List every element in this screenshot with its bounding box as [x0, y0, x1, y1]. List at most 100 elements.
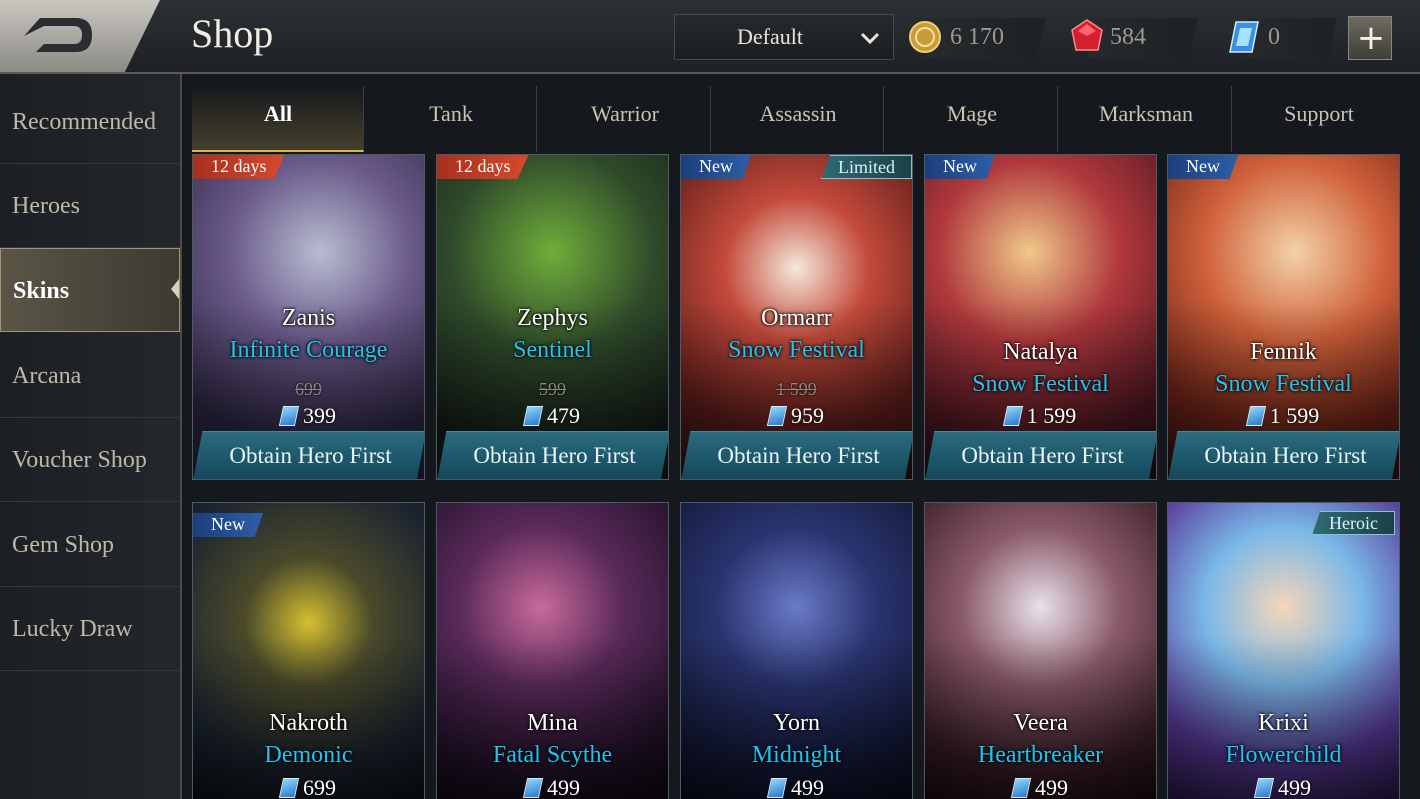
hero-name: Fennik — [1250, 339, 1317, 365]
sort-dropdown[interactable]: Default — [674, 14, 894, 60]
obtain-hero-first-button[interactable]: Obtain Hero First — [681, 431, 912, 479]
skin-card-yorn[interactable]: Yorn Midnight 499 — [680, 502, 913, 799]
sidebar-item-arcana[interactable]: Arcana — [0, 334, 180, 418]
hero-name: Mina — [527, 710, 578, 736]
sidebar-item-label: Skins — [13, 278, 70, 304]
chevron-down-icon — [860, 32, 880, 45]
new-badge: New — [193, 513, 263, 537]
skin-card-veera[interactable]: Veera Heartbreaker 499 — [924, 502, 1157, 799]
tab-support[interactable]: Support — [1233, 86, 1405, 152]
skin-name: Heartbreaker — [977, 742, 1104, 768]
tab-marksman[interactable]: Marksman — [1060, 86, 1232, 152]
gold-counter: 6 170 — [908, 14, 1048, 60]
obtain-hero-first-button[interactable]: Obtain Hero First — [925, 431, 1156, 479]
skin-name: Snow Festival — [1215, 371, 1352, 397]
tab-mage[interactable]: Mage — [886, 86, 1058, 152]
skin-name: Flowerchild — [1225, 742, 1342, 768]
tab-label: Support — [1284, 101, 1354, 126]
skin-name: Midnight — [751, 742, 842, 768]
skin-name: Demonic — [264, 742, 353, 768]
voucher-icon — [1010, 778, 1032, 798]
skin-card-natalya[interactable]: New Natalya Snow Festival 1 599 Obtain H… — [924, 154, 1157, 480]
voucher-icon — [1002, 406, 1023, 426]
skin-name: Snow Festival — [972, 371, 1109, 397]
sidebar-item-label: Lucky Draw — [12, 616, 133, 642]
obtain-hero-first-button[interactable]: Obtain Hero First — [437, 431, 668, 479]
price: 1 599 — [1168, 403, 1399, 429]
duration-badge: 12 days — [437, 155, 529, 179]
sidebar-item-label: Heroes — [12, 193, 80, 219]
sidebar-item-voucher-shop[interactable]: Voucher Shop — [0, 418, 180, 502]
sidebar-item-heroes[interactable]: Heroes — [0, 164, 180, 248]
original-price: 599 — [539, 379, 566, 399]
obtain-hero-first-button[interactable]: Obtain Hero First — [1168, 431, 1399, 479]
voucher-counter: 0 — [1228, 14, 1338, 60]
ruby-icon — [1071, 19, 1103, 51]
obtain-hero-first-button[interactable]: Obtain Hero First — [193, 431, 424, 479]
new-badge: New — [681, 155, 751, 179]
tab-label: All — [263, 101, 293, 126]
add-currency-button[interactable]: + — [1348, 16, 1392, 60]
hero-name: Veera — [1013, 710, 1068, 736]
skin-card-fennik[interactable]: New Fennik Snow Festival 1 599 Obtain He… — [1167, 154, 1400, 480]
voucher-icon — [278, 778, 300, 798]
tab-all[interactable]: All — [192, 86, 364, 152]
original-price: 699 — [295, 379, 322, 399]
skin-name: Infinite Courage — [229, 337, 388, 363]
skin-name: Sentinel — [513, 337, 592, 363]
skin-card-mina[interactable]: Mina Fatal Scythe 499 — [436, 502, 669, 799]
hero-name: Nakroth — [269, 710, 348, 736]
sidebar-item-gem-shop[interactable]: Gem Shop — [0, 503, 180, 587]
skin-name: Fatal Scythe — [492, 742, 613, 768]
price: 499 — [437, 775, 668, 799]
duration-badge: 12 days — [193, 155, 285, 179]
skin-name: Snow Festival — [728, 337, 865, 363]
skin-card-ormarr[interactable]: New Limited Ormarr Snow Festival 1 599 9… — [680, 154, 913, 480]
hero-name: Yorn — [773, 710, 820, 736]
gold-coin-icon — [909, 21, 941, 53]
price: 699 — [193, 775, 424, 799]
sidebar: Recommended Heroes Skins Arcana Voucher … — [0, 74, 182, 799]
voucher-amount: 0 — [1268, 24, 1280, 50]
plus-icon: + — [1356, 18, 1386, 58]
new-badge: New — [925, 155, 995, 179]
hero-name: Ormarr — [761, 305, 832, 331]
skin-card-krixi[interactable]: Heroic Krixi Flowerchild 499 — [1167, 502, 1400, 799]
voucher-icon — [522, 778, 544, 798]
tab-label: Warrior — [591, 101, 659, 126]
original-price: 1 599 — [776, 379, 817, 399]
ruby-amount: 584 — [1110, 24, 1146, 50]
new-badge: New — [1168, 155, 1238, 179]
category-tabs: All Tank Warrior Assassin Mage Marksman … — [192, 86, 1420, 152]
hero-name: Zephys — [517, 305, 588, 331]
voucher-icon — [522, 406, 544, 426]
tab-warrior[interactable]: Warrior — [539, 86, 711, 152]
sidebar-item-label: Gem Shop — [12, 532, 114, 558]
voucher-icon — [766, 778, 788, 798]
sort-value: Default — [737, 24, 803, 49]
voucher-icon — [766, 406, 788, 426]
voucher-icon — [1253, 778, 1275, 798]
skin-card-zephys[interactable]: 12 days Zephys Sentinel 599 479 Obtain H… — [436, 154, 669, 480]
ruby-counter: 584 — [1070, 14, 1210, 60]
top-bar: Shop Default 6 170 584 0 + — [0, 0, 1420, 74]
sidebar-item-label: Arcana — [12, 363, 82, 389]
back-button[interactable] — [0, 0, 160, 72]
tab-tank[interactable]: Tank — [365, 86, 537, 152]
page-title: Shop — [191, 11, 274, 56]
tab-label: Mage — [946, 101, 998, 126]
skin-card-zanis[interactable]: 12 days Zanis Infinite Courage 699 399 O… — [192, 154, 425, 480]
sidebar-item-skins[interactable]: Skins — [0, 248, 180, 332]
skin-card-nakroth[interactable]: New Nakroth Demonic 699 — [192, 502, 425, 799]
price: 499 — [1168, 775, 1399, 799]
gold-amount: 6 170 — [950, 24, 1004, 50]
price: 499 — [925, 775, 1156, 799]
price: 1 599 — [925, 403, 1156, 429]
skin-grid: 12 days Zanis Infinite Courage 699 399 O… — [192, 154, 1420, 799]
tab-label: Tank — [429, 101, 473, 126]
tab-assassin[interactable]: Assassin — [712, 86, 884, 152]
hero-name: Zanis — [281, 305, 336, 331]
sidebar-item-lucky-draw[interactable]: Lucky Draw — [0, 587, 180, 671]
hero-name: Natalya — [1003, 339, 1078, 365]
sidebar-item-recommended[interactable]: Recommended — [0, 80, 180, 164]
